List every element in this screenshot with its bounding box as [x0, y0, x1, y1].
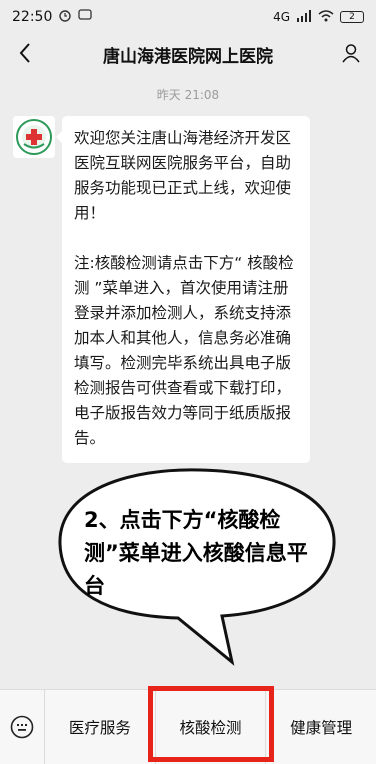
page-title: 唐山海港医院网上医院	[103, 46, 273, 67]
message-icon	[78, 9, 93, 25]
menu-health-management[interactable]: 健康管理	[265, 690, 376, 764]
alarm-icon	[58, 8, 72, 26]
battery-level: 2	[349, 11, 355, 22]
message-timestamp: 昨天 21:08	[156, 88, 220, 102]
callout-text: 2、点击下方“核酸检测”菜单进入核酸信息平台	[84, 508, 308, 598]
status-bar: 22:50 4G 2	[0, 0, 376, 34]
signal-icon	[296, 9, 312, 25]
status-time: 22:50	[12, 9, 53, 25]
highlight-box	[148, 686, 274, 762]
hospital-logo-icon	[16, 119, 52, 155]
chevron-left-icon	[19, 43, 30, 63]
message-notice-text: 注:核酸检测请点击下方“ 核酸检测 ”菜单进入，首次使用请注册登录并添加检测人，…	[74, 254, 294, 447]
message-bubble[interactable]: 欢迎您关注唐山海港经济开发区医院互联网医院服务平台，自助服务功能现已正式上线，欢…	[56, 116, 310, 463]
wifi-icon	[318, 9, 334, 25]
battery-icon: 2	[340, 11, 364, 23]
keyboard-toggle-button[interactable]	[0, 690, 44, 764]
chat-header: 唐山海港医院网上医院	[0, 34, 376, 74]
person-icon	[342, 44, 360, 63]
hospital-avatar[interactable]	[13, 116, 55, 158]
back-button[interactable]	[10, 38, 40, 68]
menu-medical-service[interactable]: 医疗服务	[44, 690, 155, 764]
profile-button[interactable]	[336, 38, 366, 68]
message-welcome-text: 欢迎您关注唐山海港经济开发区医院互联网医院服务平台，自助服务功能现已正式上线，欢…	[74, 129, 292, 222]
network-label: 4G	[273, 10, 290, 24]
keyboard-icon	[10, 715, 34, 739]
